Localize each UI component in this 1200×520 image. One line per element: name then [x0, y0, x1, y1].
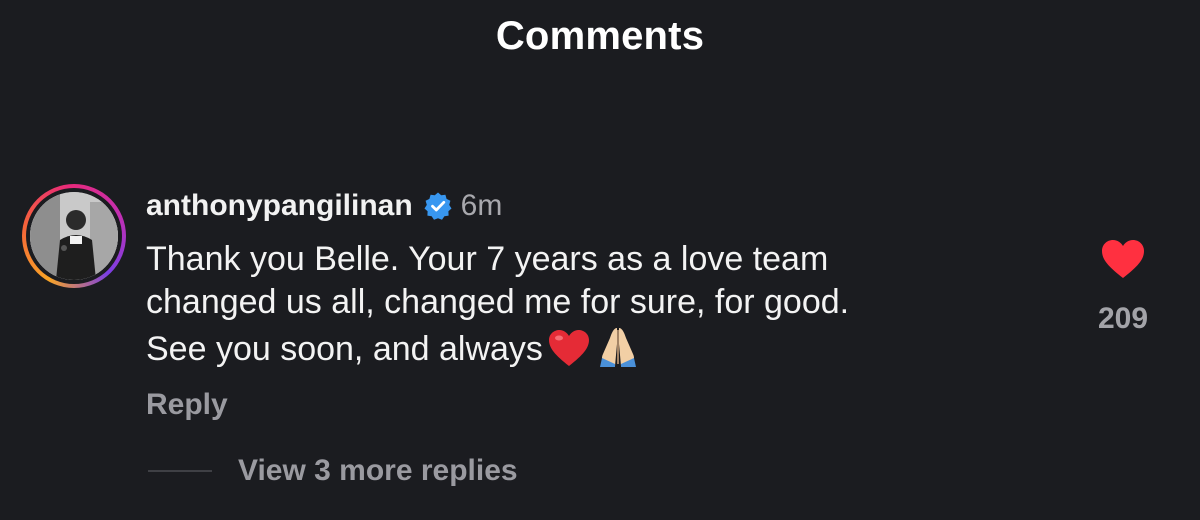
avatar-story-ring[interactable]	[22, 184, 126, 288]
verified-badge-icon	[424, 192, 452, 220]
comment-timestamp: 6m	[460, 189, 503, 222]
red-heart-emoji	[548, 330, 589, 366]
replies-divider	[148, 470, 212, 472]
reply-button[interactable]: Reply	[146, 388, 228, 422]
avatar[interactable]	[30, 192, 118, 280]
view-more-replies-button[interactable]: View 3 more replies	[148, 454, 518, 488]
avatar-photo	[30, 192, 118, 280]
avatar-ring-gap	[26, 188, 122, 284]
like-count: 209	[1097, 302, 1149, 335]
comment-line: Thank you Belle. Your 7 years as a love …	[146, 240, 829, 278]
comment-line: See you soon, and always	[146, 330, 543, 368]
comment-text: Thank you Belle. Your 7 years as a love …	[146, 238, 1046, 371]
heart-icon[interactable]	[1100, 238, 1146, 280]
comment-line-with-emoji: See you soon, and always	[146, 324, 1046, 371]
folded-hands-emoji	[599, 328, 636, 367]
page-title: Comments	[495, 14, 705, 58]
view-replies-label: View 3 more replies	[238, 454, 518, 487]
comment-header: anthonypangilinan 6m	[146, 186, 502, 226]
comment-username[interactable]: anthonypangilinan	[146, 189, 413, 223]
comment-line: changed us all, changed me for sure, for…	[146, 283, 850, 321]
